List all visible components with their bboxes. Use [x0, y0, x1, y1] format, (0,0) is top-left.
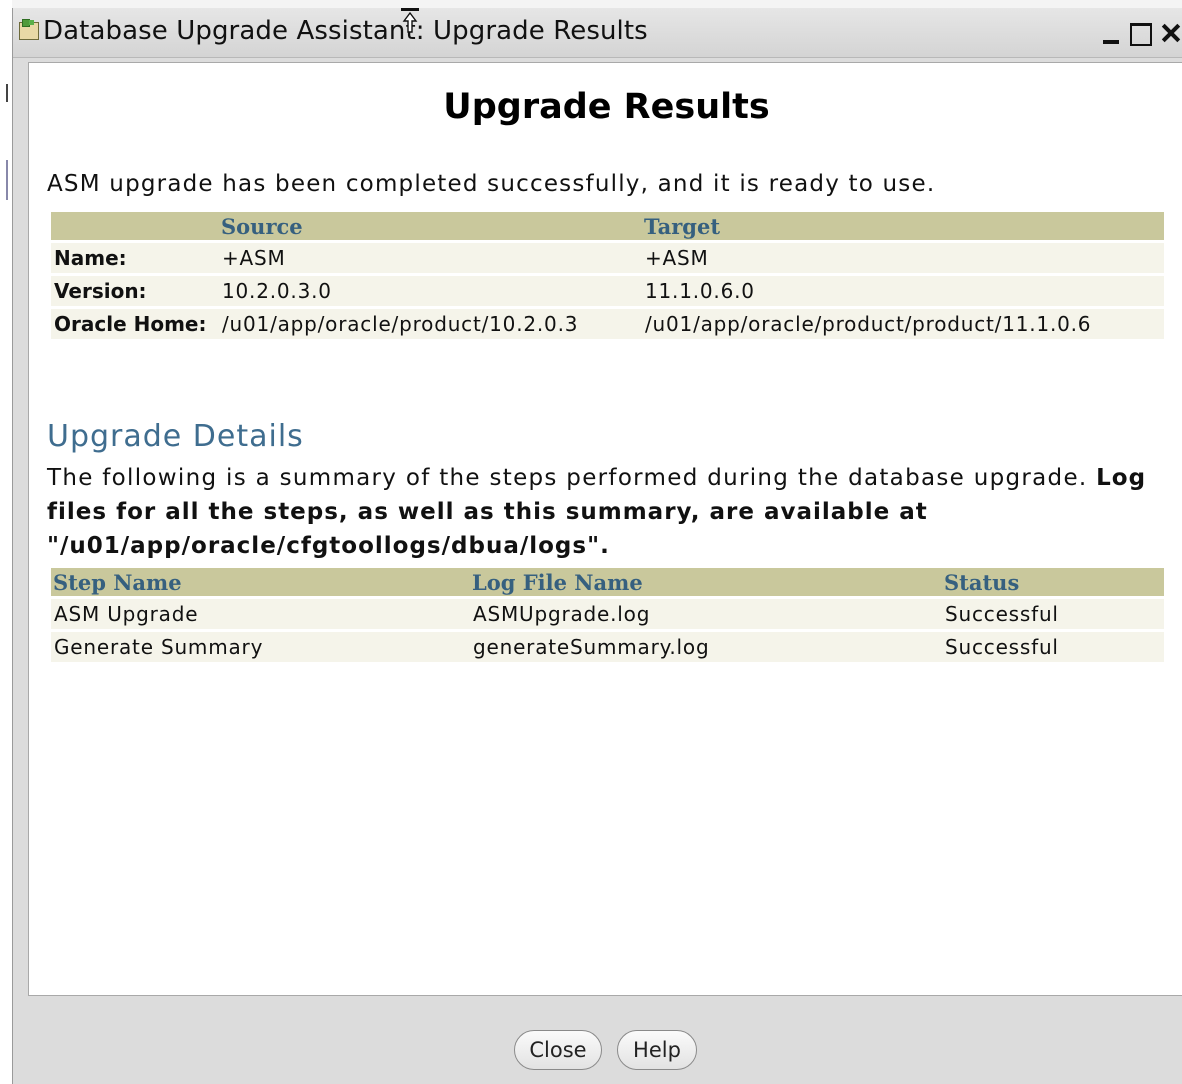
close-icon[interactable]	[1161, 20, 1182, 46]
table-header-row: Step Name Log File Name Status	[51, 568, 1164, 596]
row-label: Version:	[51, 276, 219, 306]
details-summary: The following is a summary of the steps …	[47, 465, 1088, 491]
table-row: Version: 10.2.0.3.0 11.1.0.6.0	[51, 276, 1164, 306]
table-row: Name: +ASM +ASM	[51, 243, 1164, 273]
log-file-name: generateSummary.log	[470, 632, 942, 662]
column-header-log-file: Log File Name	[470, 568, 942, 596]
row-label: Oracle Home:	[51, 309, 219, 339]
app-icon	[19, 19, 39, 40]
column-header-step-name: Step Name	[51, 568, 470, 596]
table-row: Generate Summary generateSummary.log Suc…	[51, 632, 1164, 662]
target-value: 11.1.0.6.0	[642, 276, 1164, 306]
log-file-name: ASMUpgrade.log	[470, 599, 942, 629]
column-header-source: Source	[219, 212, 642, 240]
intro-text: ASM upgrade has been completed successfu…	[47, 171, 936, 197]
step-name: ASM Upgrade	[51, 599, 470, 629]
edge-mark	[6, 84, 8, 102]
target-value: +ASM	[642, 243, 1164, 273]
section-title: Upgrade Details	[47, 419, 304, 454]
minimize-icon[interactable]	[1099, 20, 1123, 46]
results-table: Source Target Name: +ASM +ASM Version: 1…	[51, 209, 1164, 342]
page-title: Upgrade Results	[443, 87, 770, 127]
source-value: /u01/app/oracle/product/10.2.0.3	[219, 309, 642, 339]
table-row: ASM Upgrade ASMUpgrade.log Successful	[51, 599, 1164, 629]
table-header-row: Source Target	[51, 212, 1164, 240]
content-panel: Upgrade Results ASM upgrade has been com…	[28, 62, 1182, 996]
mouse-cursor-icon	[401, 8, 419, 33]
column-header-target: Target	[642, 212, 1164, 240]
step-status: Successful	[942, 599, 1164, 629]
column-header-blank	[51, 212, 219, 240]
details-text: The following is a summary of the steps …	[47, 461, 1157, 563]
table-row: Oracle Home: /u01/app/oracle/product/10.…	[51, 309, 1164, 339]
title-bar[interactable]: Database Upgrade Assistant: Upgrade Resu…	[13, 8, 1182, 58]
source-value: +ASM	[219, 243, 642, 273]
steps-table: Step Name Log File Name Status ASM Upgra…	[51, 565, 1164, 665]
dialog-window: Database Upgrade Assistant: Upgrade Resu…	[12, 8, 1182, 1084]
source-value: 10.2.0.3.0	[219, 276, 642, 306]
help-button[interactable]: Help	[617, 1030, 697, 1070]
row-label: Name:	[51, 243, 219, 273]
step-status: Successful	[942, 632, 1164, 662]
close-button[interactable]: Close	[514, 1030, 602, 1070]
target-value: /u01/app/oracle/product/product/11.1.0.6	[642, 309, 1164, 339]
screen-edge	[0, 0, 12, 1084]
column-header-status: Status	[942, 568, 1164, 596]
maximize-icon[interactable]	[1127, 20, 1152, 46]
edge-mark	[6, 160, 8, 200]
step-name: Generate Summary	[51, 632, 470, 662]
window-title: Database Upgrade Assistant: Upgrade Resu…	[43, 16, 648, 46]
